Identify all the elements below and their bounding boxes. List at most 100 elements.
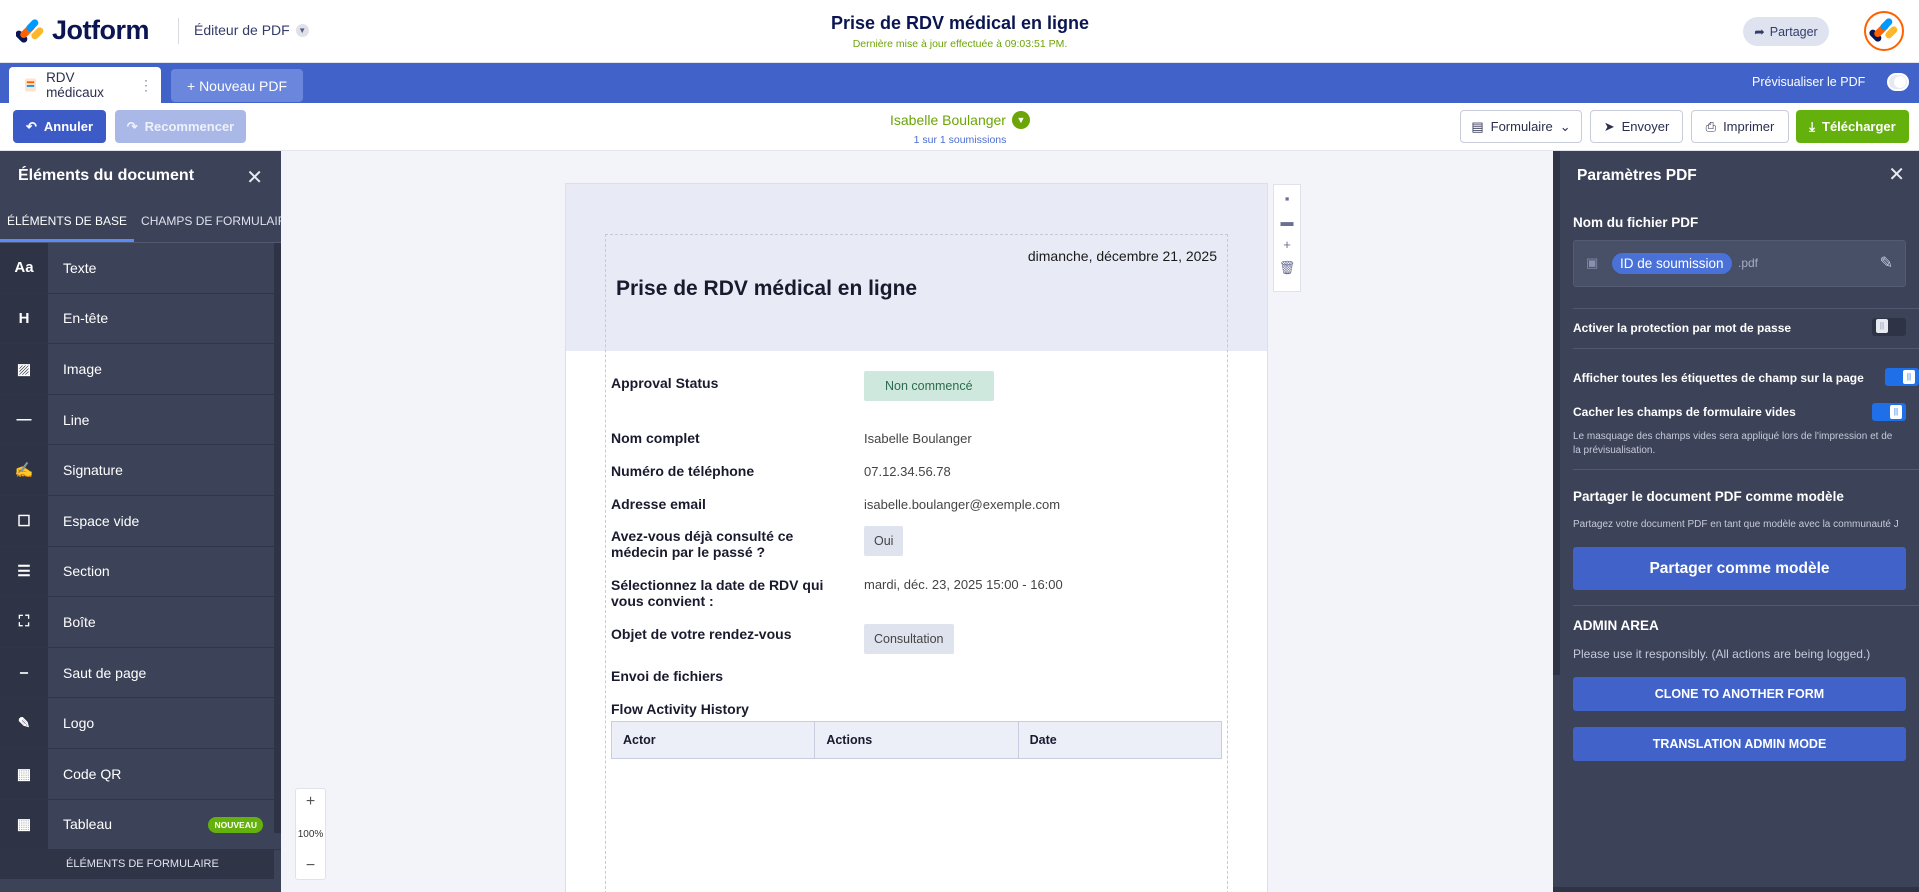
avatar-logo-icon	[1869, 18, 1898, 42]
add-page-icon[interactable]: +	[1283, 237, 1291, 252]
element-label: En-tête	[63, 310, 109, 327]
tab-basic-elements[interactable]: Éléments de base	[0, 201, 135, 242]
element-section[interactable]: ☰ Section	[0, 546, 281, 598]
send-button[interactable]: ➤ Envoyer	[1590, 110, 1683, 143]
element-qr-code[interactable]: ▦ Code QR	[0, 748, 281, 800]
page-title: Prise de RDV médical en ligne	[830, 13, 1090, 33]
new-pdf-button[interactable]: + Nouveau PDF	[171, 69, 303, 102]
editor-switcher[interactable]: Éditeur de PDF ▼	[194, 22, 309, 38]
element-label: Line	[63, 411, 90, 428]
element-box[interactable]: ⛶ Boîte	[0, 597, 281, 648]
pencil-icon[interactable]: ✎	[1880, 253, 1893, 273]
box-icon: ⛶	[0, 597, 48, 647]
element-header[interactable]: H En-tête	[0, 293, 281, 345]
document-title-block: Prise de RDV médical en ligne Dernière m…	[760, 13, 1160, 50]
appointment-date-value: mardi, déc. 23, 2025 15:00 - 16:00	[864, 577, 1063, 592]
hide-empty-help: Le masquage des champs vides sera appliq…	[1573, 431, 1893, 456]
spacer-icon: ☐	[0, 495, 48, 546]
share-button[interactable]: ➦ Partager	[1743, 17, 1829, 46]
jotform-logo-icon	[16, 18, 44, 43]
page-settings-icon[interactable]: ▪	[1285, 191, 1290, 206]
share-template-help: Partagez votre document PDF en tant que …	[1573, 519, 1899, 530]
flow-history-table: Actor Actions Date	[611, 721, 1222, 759]
close-icon[interactable]: ✕	[246, 165, 263, 190]
redo-button[interactable]: ↷ Recommencer	[115, 110, 246, 143]
divider	[1573, 605, 1919, 606]
element-logo[interactable]: ✎ Logo	[0, 698, 281, 749]
page-content-area: dimanche, décembre 21, 2025 Prise de RDV…	[605, 234, 1228, 892]
undo-button[interactable]: ↶ Annuler	[13, 110, 106, 143]
preview-pdf-label: Prévisualiser le PDF	[1752, 75, 1866, 89]
new-badge: NOUVEAU	[208, 816, 263, 833]
form-icon: ▤	[1471, 118, 1484, 134]
appointment-date-label: Sélectionnez la date de RDV qui vous con…	[611, 577, 824, 609]
clone-form-button[interactable]: CLONE TO ANOTHER FORM	[1573, 677, 1906, 711]
element-text[interactable]: Aa Texte	[0, 243, 281, 294]
element-table[interactable]: ▦ Tableau NOUVEAU	[0, 799, 281, 851]
header-icon: H	[0, 293, 48, 344]
panel-bottom-bar	[1553, 887, 1919, 892]
download-button[interactable]: ⤓ Télécharger	[1796, 110, 1909, 143]
scrollbar[interactable]	[1553, 151, 1560, 675]
preview-pdf-toggle[interactable]	[1887, 73, 1909, 91]
signature-icon: ✍	[0, 445, 48, 495]
email-value: isabelle.boulanger@exemple.com	[864, 497, 1061, 512]
editor-label: Éditeur de PDF	[194, 22, 290, 38]
share-as-template-button[interactable]: Partager comme modèle	[1573, 547, 1906, 590]
document-elements-panel: Éléments du document ✕ Éléments de base …	[0, 151, 281, 892]
close-icon[interactable]: ✕	[1888, 162, 1905, 187]
hide-empty-label: Cacher les champs de formulaire vides	[1573, 405, 1796, 419]
element-signature[interactable]: ✍ Signature	[0, 445, 281, 496]
scrollbar[interactable]	[274, 243, 281, 833]
chevron-down-icon: ▼	[1011, 111, 1030, 129]
redo-label: Recommencer	[144, 119, 235, 134]
show-labels-toggle[interactable]	[1885, 368, 1919, 386]
element-page-break[interactable]: ⎯ Saut de page	[0, 647, 281, 699]
phone-value: 07.12.34.56.78	[864, 464, 951, 479]
kebab-menu-icon[interactable]: ⋮	[139, 77, 153, 94]
trash-icon[interactable]: 🗑	[1279, 260, 1296, 276]
tab-form-fields[interactable]: Champs de formulaire	[134, 201, 281, 242]
header-divider	[178, 18, 179, 44]
page-template-icon[interactable]: ▬	[1281, 214, 1294, 229]
submitter-name-row[interactable]: Isabelle Boulanger ▼	[890, 111, 1030, 129]
element-line[interactable]: — Line	[0, 394, 281, 446]
print-button[interactable]: ⎙ Imprimer	[1691, 110, 1789, 143]
elements-tabs: Éléments de base Champs de formulaire	[0, 201, 281, 243]
zoom-in-icon[interactable]: +	[306, 793, 315, 811]
hide-empty-toggle[interactable]	[1872, 403, 1906, 421]
submission-selector[interactable]: Isabelle Boulanger ▼ 1 sur 1 soumissions	[880, 111, 1040, 146]
element-image[interactable]: ▨ Image	[0, 344, 281, 395]
share-label: Partager	[1769, 24, 1818, 39]
filename-input[interactable]: ▣ ID de soumission .pdf ✎	[1573, 240, 1906, 287]
line-icon: —	[0, 394, 48, 445]
redo-icon: ↷	[126, 118, 138, 134]
last-saved-status: Dernière mise à jour effectuée à 09:03:5…	[852, 38, 1068, 50]
pdf-page[interactable]: dimanche, décembre 21, 2025 Prise de RDV…	[566, 184, 1267, 892]
translation-admin-button[interactable]: TRANSLATION ADMIN MODE	[1573, 727, 1906, 761]
prior-visit-value: Oui	[864, 526, 904, 556]
admin-area-help: Please use it responsibly. (All actions …	[1573, 647, 1871, 661]
download-icon: ⤓	[1809, 118, 1816, 134]
elements-list: Aa Texte H En-tête ▨ Image — Line ✍ Signature ☐ Esp…	[0, 243, 281, 851]
element-label: Section	[63, 563, 110, 580]
document-date[interactable]: dimanche, décembre 21, 2025	[1028, 248, 1217, 264]
form-elements-section-label[interactable]: Éléments de formulaire	[0, 849, 274, 879]
element-spacer[interactable]: ☐ Espace vide	[0, 495, 281, 547]
divider	[1573, 308, 1919, 309]
pdf-canvas: dimanche, décembre 21, 2025 Prise de RDV…	[281, 151, 1553, 892]
jotform-logo[interactable]: Jotform	[16, 15, 150, 46]
element-label: Signature	[63, 462, 123, 479]
avatar[interactable]	[1864, 11, 1904, 51]
divider	[1573, 469, 1919, 470]
full-name-label: Nom complet	[611, 430, 700, 446]
filename-variable-chip[interactable]: ID de soumission	[1612, 253, 1732, 274]
panel-title: Éléments du document	[18, 167, 195, 184]
tab-rdv-medicaux[interactable]: RDV médicaux ⋮	[9, 67, 161, 103]
password-protection-toggle[interactable]	[1872, 318, 1906, 336]
top-header: Jotform Éditeur de PDF ▼ Prise de RDV mé…	[0, 0, 1919, 63]
zoom-out-icon[interactable]: −	[306, 857, 315, 875]
submitter-name: Isabelle Boulanger	[890, 112, 1006, 128]
form-dropdown-button[interactable]: ▤ Formulaire ⌄	[1460, 110, 1582, 143]
document-title[interactable]: Prise de RDV médical en ligne	[616, 277, 917, 301]
